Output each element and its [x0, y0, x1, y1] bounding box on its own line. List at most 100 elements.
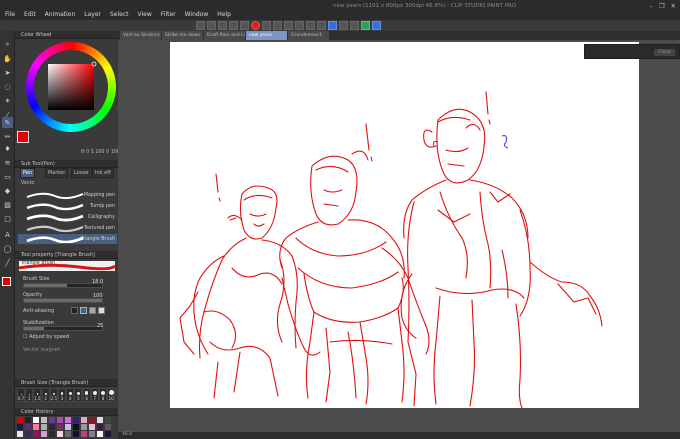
tab-loose[interactable]: Loose — [71, 168, 92, 178]
color-wheel-graphic[interactable] — [23, 39, 119, 135]
menu-filter[interactable]: Filter — [161, 11, 176, 18]
color-history-swatch[interactable] — [33, 417, 39, 423]
aa-weak[interactable] — [80, 307, 87, 314]
aa-strong[interactable] — [98, 307, 105, 314]
ruler-icon[interactable]: ╱ — [2, 257, 13, 268]
gradient-icon[interactable]: ▧ — [2, 199, 13, 210]
menu-view[interactable]: View — [138, 11, 152, 18]
open-icon[interactable] — [207, 20, 216, 30]
brush-size-preset[interactable]: 1 — [25, 388, 34, 402]
color-history-swatch[interactable] — [25, 424, 31, 430]
brush-size-preset[interactable]: 0.7 — [17, 388, 25, 402]
color-history-swatch[interactable] — [57, 417, 63, 423]
color-history-swatch[interactable] — [105, 417, 111, 423]
brush-size-preset[interactable]: 6 — [82, 388, 91, 402]
menu-edit[interactable]: Edit — [24, 11, 36, 18]
snap-perspective-icon[interactable] — [328, 20, 337, 30]
invert-icon[interactable] — [295, 20, 304, 30]
color-history-swatch[interactable] — [65, 417, 71, 423]
brush-size-preset[interactable]: 5 — [74, 388, 83, 402]
color-history-swatch[interactable] — [65, 431, 71, 437]
color-wheel[interactable] — [23, 39, 119, 135]
color-history-swatch[interactable] — [97, 417, 103, 423]
brush-size-preset[interactable]: 2.5 — [49, 388, 58, 402]
color-history-swatch[interactable] — [41, 424, 47, 430]
tab-draft-rain[interactable]: Draft Rain and Lir — [204, 31, 245, 40]
figure-icon[interactable]: □ — [2, 213, 13, 224]
color-history-swatch[interactable] — [25, 417, 31, 423]
opacity-slider[interactable] — [23, 298, 103, 303]
clear-icon[interactable] — [262, 20, 271, 30]
brush-size-preset[interactable]: 7 — [90, 388, 99, 402]
brush-size-slider[interactable] — [23, 283, 103, 288]
zoom-icon[interactable]: ⌕ — [2, 39, 13, 50]
tab-grandemeer[interactable]: Grandemeer1 — [288, 31, 329, 40]
opacity-value[interactable]: 100 — [93, 293, 103, 299]
color-history-swatch[interactable] — [97, 424, 103, 430]
drawing-canvas[interactable] — [170, 42, 639, 409]
record-icon[interactable] — [251, 20, 260, 30]
color-history-swatch[interactable] — [97, 431, 103, 437]
airbrush-icon[interactable]: ≋ — [2, 157, 13, 168]
aa-medium[interactable] — [89, 307, 96, 314]
tab-vast-au[interactable]: Vast au Sinderrz — [120, 31, 161, 40]
undo-icon[interactable] — [229, 20, 238, 30]
snap-icon[interactable] — [306, 20, 315, 30]
brush-size-preset[interactable]: 4 — [66, 388, 75, 402]
redo-icon[interactable] — [240, 20, 249, 30]
brush-size-preset[interactable]: 8 — [99, 388, 107, 402]
color-history-swatch[interactable] — [49, 417, 55, 423]
color-history-swatch[interactable] — [81, 417, 87, 423]
menu-help[interactable]: Help — [217, 11, 231, 18]
assets-icon[interactable] — [361, 20, 370, 30]
menu-layer[interactable]: Layer — [84, 11, 101, 18]
menu-file[interactable]: File — [5, 11, 15, 18]
tab-new-years[interactable]: new years — [246, 31, 287, 40]
stabilization-slider[interactable] — [23, 326, 103, 331]
primary-color-swatch[interactable] — [17, 131, 29, 143]
color-history-swatch[interactable] — [33, 424, 39, 430]
color-history-swatch[interactable] — [17, 431, 23, 437]
brush-size-preset[interactable]: 3 — [58, 388, 66, 402]
color-history-swatch[interactable] — [73, 417, 79, 423]
tab-pen[interactable]: Pen — [20, 168, 36, 178]
color-history-swatch[interactable] — [17, 417, 23, 423]
color-history-swatch[interactable] — [17, 424, 23, 430]
color-history-swatch[interactable] — [33, 431, 39, 437]
color-history-swatch[interactable] — [57, 424, 63, 430]
balloon-icon[interactable]: ◯ — [2, 243, 13, 254]
pencil-icon[interactable]: ✏ — [2, 131, 13, 142]
color-history-swatch[interactable] — [41, 417, 47, 423]
color-history-swatch[interactable] — [73, 424, 79, 430]
color-history-swatch[interactable] — [81, 424, 87, 430]
color-history-swatch[interactable] — [41, 431, 47, 437]
deselect-icon[interactable] — [284, 20, 293, 30]
lasso-icon[interactable]: ◌ — [2, 81, 13, 92]
grid-icon[interactable] — [339, 20, 348, 30]
color-history-swatch[interactable] — [105, 431, 111, 437]
color-history-swatch[interactable] — [89, 431, 95, 437]
color-history-swatch[interactable] — [73, 431, 79, 437]
color-history-swatch[interactable] — [57, 431, 63, 437]
text-icon[interactable]: A — [2, 229, 13, 240]
brush-size-value[interactable]: 18.0 — [92, 279, 103, 285]
zoom-readout[interactable]: 46.8 — [122, 432, 132, 437]
layer-icon[interactable] — [350, 20, 359, 30]
tablet-icon[interactable] — [372, 20, 381, 30]
eraser-icon[interactable]: ▭ — [2, 171, 13, 182]
move-icon[interactable]: ✋ — [2, 53, 13, 64]
brush-size-preset[interactable]: 10 — [107, 388, 116, 402]
fill-icon[interactable]: ◆ — [2, 185, 13, 196]
brush-size-preset[interactable]: 2 — [41, 388, 50, 402]
color-history-swatch[interactable] — [89, 417, 95, 423]
brush-size-preset[interactable]: 1.5 — [33, 388, 42, 402]
magic-wand-icon[interactable]: ✶ — [2, 95, 13, 106]
minimize-button[interactable]: – — [649, 2, 652, 10]
pen-icon[interactable]: ✎ — [2, 117, 13, 128]
color-history-swatch[interactable] — [81, 431, 87, 437]
color-history-swatch[interactable] — [49, 424, 55, 430]
main-color-swatch[interactable] — [2, 277, 11, 286]
stabilization-value[interactable]: 25 — [97, 323, 103, 329]
adjust-speed-label[interactable]: ☐ Adjust by speed — [23, 334, 69, 340]
maximize-button[interactable]: ❐ — [659, 2, 665, 10]
